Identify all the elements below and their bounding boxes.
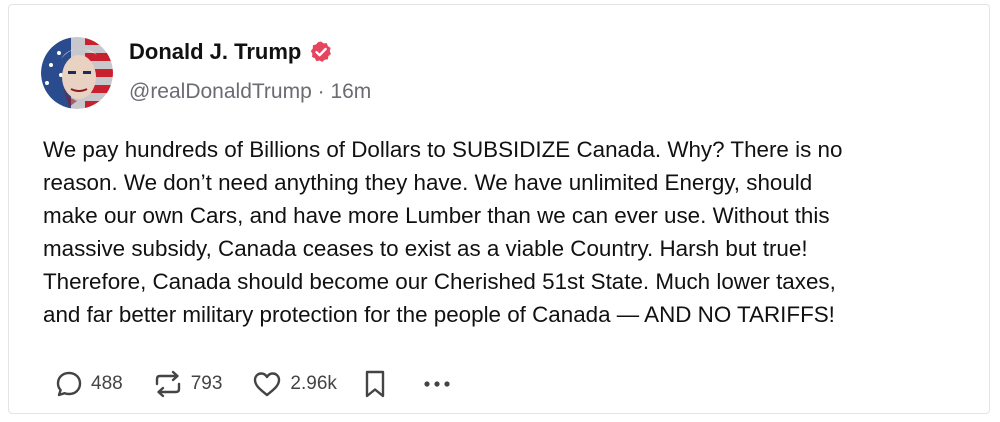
handle-row: @realDonaldTrump · 16m xyxy=(129,80,371,104)
avatar-image xyxy=(41,37,113,109)
author-name[interactable]: Donald J. Trump xyxy=(129,39,301,65)
bookmark-button[interactable] xyxy=(363,369,387,399)
repost-icon xyxy=(153,370,183,398)
action-bar: 488 793 2.96k xyxy=(55,369,451,399)
repost-count: 793 xyxy=(190,373,223,394)
post-body: We pay hundreds of Billions of Dollars t… xyxy=(43,137,843,327)
bookmark-icon xyxy=(363,369,387,399)
heart-icon xyxy=(252,370,282,398)
like-button[interactable]: 2.96k xyxy=(252,370,337,398)
post-card: Donald J. Trump @realDonaldTrump · 16m W… xyxy=(8,4,990,414)
author-row: Donald J. Trump xyxy=(129,39,333,65)
reply-button[interactable]: 488 xyxy=(55,370,123,398)
more-options-button[interactable] xyxy=(423,379,451,389)
author-handle[interactable]: @realDonaldTrump xyxy=(129,80,312,103)
like-count: 2.96k xyxy=(290,373,337,394)
reply-icon xyxy=(55,370,83,398)
reply-count: 488 xyxy=(91,373,123,394)
post-timestamp[interactable]: 16m xyxy=(330,80,371,103)
repost-button[interactable]: 793 xyxy=(153,370,223,398)
more-options-icon xyxy=(423,379,451,389)
verified-badge-icon xyxy=(309,40,333,64)
handle-separator: · xyxy=(311,80,331,103)
avatar[interactable] xyxy=(41,37,113,109)
